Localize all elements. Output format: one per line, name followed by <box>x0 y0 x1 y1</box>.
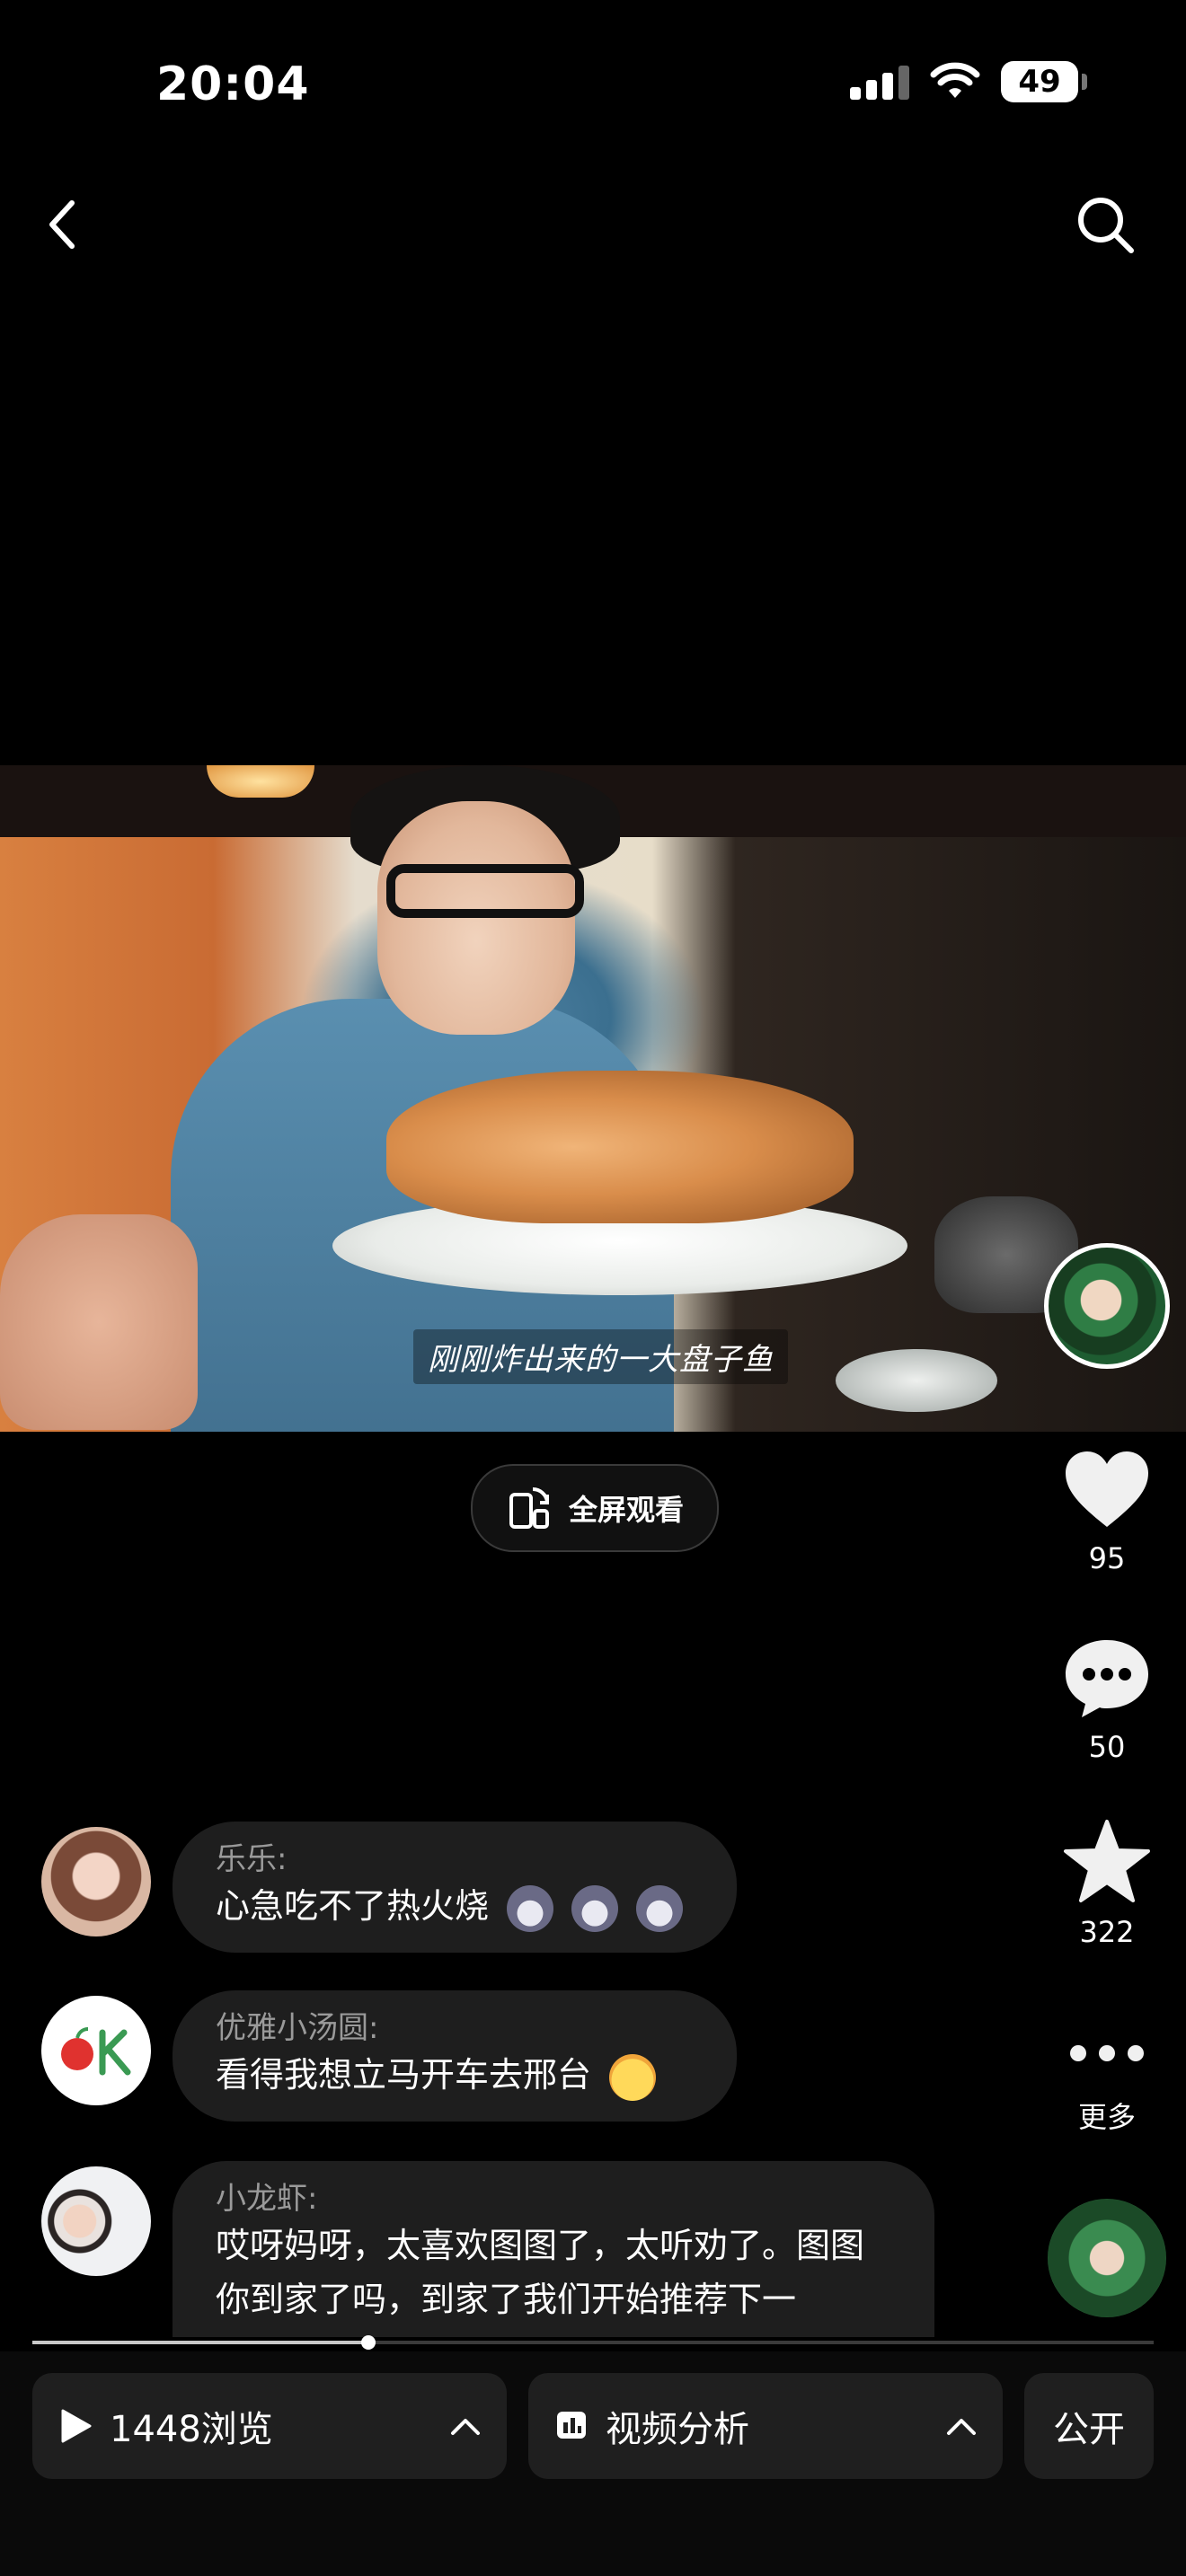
video-subtitle: 刚刚炸出来的一大盘子鱼 <box>413 1329 788 1384</box>
chevron-up-icon <box>451 2419 480 2435</box>
progress-handle[interactable] <box>361 2335 376 2350</box>
drooling-face-emoji-icon <box>609 2053 657 2101</box>
back-button[interactable] <box>18 180 108 269</box>
commenter-avatar[interactable] <box>41 2166 151 2276</box>
fullscreen-button[interactable]: 全屏观看 <box>471 1464 719 1552</box>
commenter-avatar[interactable] <box>41 1996 151 2105</box>
comment-button[interactable]: 50 <box>1053 1635 1161 1764</box>
status-icons: 49 <box>850 61 1087 102</box>
more-button[interactable]: 更多 <box>1053 2030 1161 2136</box>
rotate-phone-icon <box>509 1486 549 1529</box>
video-player[interactable]: 刚刚炸出来的一大盘子鱼 <box>0 765 1186 1432</box>
comment-text: 哎呀妈呀，太喜欢图图了，太听劝了。图图你到家了吗，到家了我们开始推荐下一 <box>216 2226 865 2319</box>
lamp <box>207 765 314 798</box>
cellular-signal-icon <box>850 64 909 100</box>
views-button[interactable]: 1448浏览 <box>32 2373 507 2479</box>
favorite-count: 322 <box>1079 1915 1135 1949</box>
comment-count: 50 <box>1088 1730 1126 1764</box>
chevron-left-icon <box>49 200 75 249</box>
fullscreen-label: 全屏观看 <box>568 1493 684 1527</box>
wolf-face-emoji-icon <box>636 1884 684 1932</box>
music-disc-button[interactable] <box>1048 2199 1166 2317</box>
visibility-public-button[interactable]: 公开 <box>1024 2373 1154 2479</box>
apple-k-logo-icon <box>61 2027 131 2076</box>
chevron-up-icon <box>947 2419 976 2435</box>
comment-item[interactable]: 优雅小汤圆: 看得我想立马开车去邢台 <box>41 1990 737 2122</box>
analytics-icon <box>557 2412 586 2439</box>
comment-text: 看得我想立马开车去邢台 <box>216 2055 592 2095</box>
comment-author: 小龙虾: <box>216 2181 318 2217</box>
comment-bubble: 乐乐: 心急吃不了热火烧 <box>173 1822 737 1953</box>
more-dots-icon <box>1070 2045 1144 2061</box>
heart-icon <box>1066 1451 1148 1527</box>
views-label: 1448浏览 <box>110 2409 273 2450</box>
play-icon <box>61 2409 92 2443</box>
more-label: 更多 <box>1077 2100 1136 2134</box>
like-button[interactable]: 95 <box>1053 1448 1161 1575</box>
comment-text: 心急吃不了热火烧 <box>216 1886 490 1926</box>
comment-bubble: 优雅小汤圆: 看得我想立马开车去邢台 <box>173 1990 737 2122</box>
public-label: 公开 <box>1053 2409 1125 2450</box>
bottom-bar: 1448浏览 视频分析 公开 <box>0 2351 1186 2576</box>
comment-icon <box>1066 1640 1148 1717</box>
music-disc-avatar <box>1048 2199 1166 2317</box>
favorite-button[interactable]: 322 <box>1053 1818 1161 1949</box>
status-time: 20:04 <box>156 57 310 111</box>
comment-author: 乐乐: <box>216 1841 288 1877</box>
author-avatar[interactable] <box>1044 1243 1170 1369</box>
comment-item[interactable]: 小龙虾: 哎呀妈呀，太喜欢图图了，太听劝了。图图你到家了吗，到家了我们开始推荐下… <box>41 2161 934 2337</box>
video-detail-screen: 20:04 49 刚刚炸出来的一大盘子鱼 全屏观看 95 50 322 更多 乐… <box>0 0 1186 2576</box>
fried-fish-plate <box>386 1071 854 1223</box>
video-progress-bar[interactable] <box>32 2335 1154 2350</box>
progress-fill <box>32 2341 369 2344</box>
search-button[interactable] <box>1060 180 1150 269</box>
star-icon <box>1064 1820 1150 1902</box>
wolf-face-emoji-icon <box>507 1884 554 1932</box>
video-analysis-button[interactable]: 视频分析 <box>528 2373 1003 2479</box>
battery-indicator: 49 <box>1001 61 1087 102</box>
wifi-icon <box>930 62 980 98</box>
comment-author: 优雅小汤圆: <box>216 2010 379 2046</box>
video-analysis-label: 视频分析 <box>606 2409 749 2450</box>
like-count: 95 <box>1088 1541 1126 1575</box>
search-icon <box>1078 198 1134 253</box>
commenter-avatar[interactable] <box>41 1827 151 1936</box>
comment-item[interactable]: 乐乐: 心急吃不了热火烧 <box>41 1822 737 1953</box>
wolf-face-emoji-icon <box>571 1884 619 1932</box>
comment-bubble: 小龙虾: 哎呀妈呀，太喜欢图图了，太听劝了。图图你到家了吗，到家了我们开始推荐下… <box>173 2161 934 2337</box>
